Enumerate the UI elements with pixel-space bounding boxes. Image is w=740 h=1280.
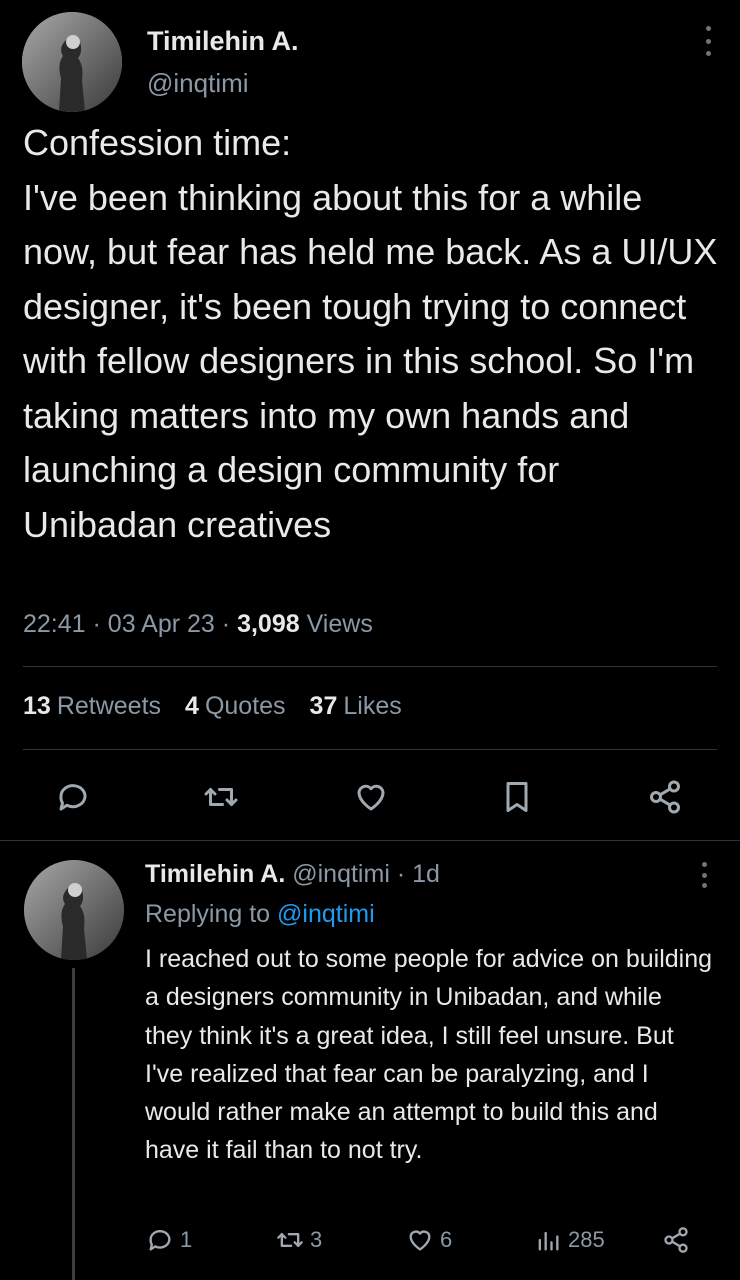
quotes-stat[interactable]: 4 Quotes — [185, 692, 286, 721]
share-icon — [650, 780, 680, 814]
reply-author-name[interactable]: Timilehin A. — [145, 860, 285, 888]
meta-separator: · — [221, 610, 238, 638]
meta-separator: · — [396, 860, 413, 888]
reply-avatar[interactable] — [24, 860, 124, 960]
tweet-date: 03 Apr 23 — [107, 610, 215, 638]
engagement-stats: 13 Retweets 4 Quotes 37 Likes — [23, 692, 402, 721]
reply-retweet-button[interactable]: 3 — [276, 1222, 322, 1258]
retweet-icon — [204, 788, 238, 806]
bookmark-button[interactable] — [494, 774, 540, 820]
avatar-photo-icon — [24, 860, 124, 960]
like-icon — [357, 784, 385, 811]
reply-views-button[interactable]: 285 — [534, 1222, 605, 1258]
like-button[interactable] — [348, 774, 394, 820]
more-options-icon[interactable] — [702, 26, 714, 56]
likes-stat[interactable]: 37 Likes — [310, 692, 402, 721]
replying-label: Replying to — [145, 900, 271, 928]
reply-author-handle[interactable]: @inqtimi — [292, 860, 390, 888]
author-handle[interactable]: @inqtimi — [147, 68, 249, 99]
tweet-action-bar — [0, 774, 740, 820]
tweet-text: Confession time: I've been thinking abou… — [23, 122, 718, 545]
views-label: Views — [306, 610, 373, 638]
bookmark-icon — [506, 782, 528, 812]
share-icon — [664, 1227, 688, 1253]
author-name[interactable]: Timilehin A. — [147, 26, 299, 57]
retweet-button[interactable] — [198, 774, 244, 820]
reply-button[interactable] — [50, 774, 96, 820]
replying-to: Replying to @inqtimi — [145, 900, 375, 929]
reply-count: 1 — [180, 1227, 193, 1252]
avatar-photo-icon — [22, 12, 122, 112]
reply-header: Timilehin A. @inqtimi · 1d — [145, 860, 440, 889]
reply-action-bar: 1 3 6 285 — [0, 1222, 740, 1258]
reply-reply-button[interactable]: 1 — [146, 1222, 192, 1258]
divider — [0, 840, 740, 841]
share-button[interactable] — [642, 774, 688, 820]
reply-share-button[interactable] — [662, 1222, 690, 1258]
reply-age: 1d — [412, 860, 440, 888]
replying-mention[interactable]: @inqtimi — [277, 900, 375, 928]
analytics-icon — [538, 1231, 559, 1251]
meta-separator: · — [92, 610, 108, 638]
retweet-count: 3 — [310, 1227, 323, 1252]
avatar[interactable] — [22, 12, 122, 112]
reply-icon — [149, 1230, 171, 1251]
reply-like-button[interactable]: 6 — [406, 1222, 452, 1258]
view-count: 285 — [568, 1227, 605, 1252]
reply-icon — [59, 784, 87, 811]
like-count: 6 — [440, 1227, 453, 1252]
divider — [23, 749, 717, 750]
retweet-icon — [277, 1233, 303, 1247]
like-icon — [409, 1230, 431, 1251]
retweets-stat[interactable]: 13 Retweets — [23, 692, 161, 721]
reply-text: I reached out to some people for advice … — [145, 945, 713, 1165]
divider — [23, 666, 717, 667]
views-count: 3,098 — [237, 610, 300, 638]
reply-more-options-icon[interactable] — [698, 862, 710, 888]
tweet-meta: 22:41 · 03 Apr 23 · 3,098 Views — [23, 610, 373, 639]
tweet-time: 22:41 — [23, 610, 86, 638]
